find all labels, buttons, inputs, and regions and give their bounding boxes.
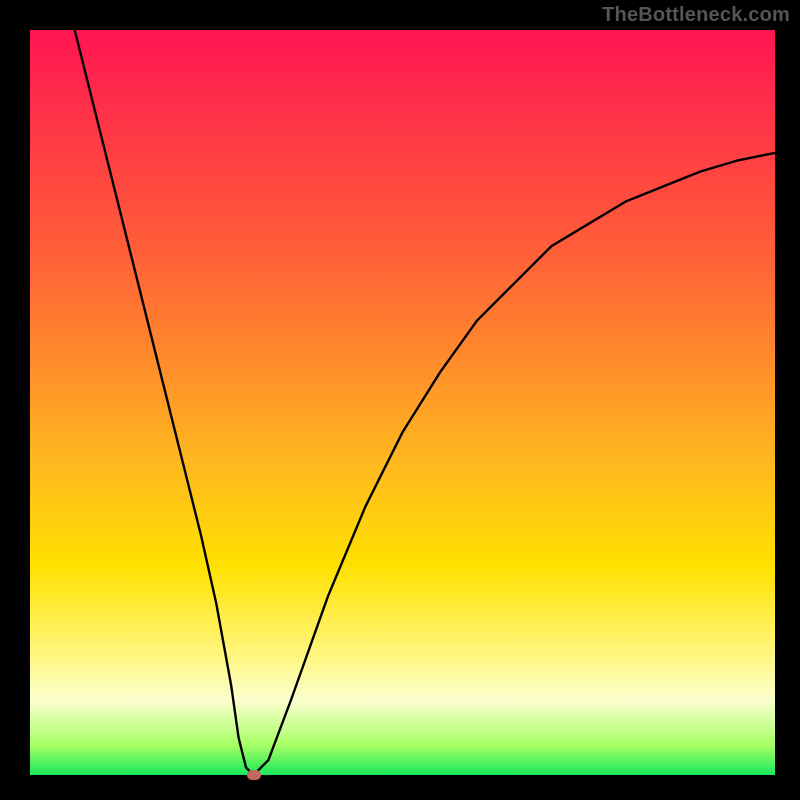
plot-area — [30, 30, 775, 775]
watermark-text: TheBottleneck.com — [602, 4, 790, 27]
chart-stage: TheBottleneck.com — [0, 0, 800, 800]
curve-path — [75, 30, 775, 775]
curve-svg — [30, 30, 775, 775]
minimum-marker — [247, 770, 261, 780]
